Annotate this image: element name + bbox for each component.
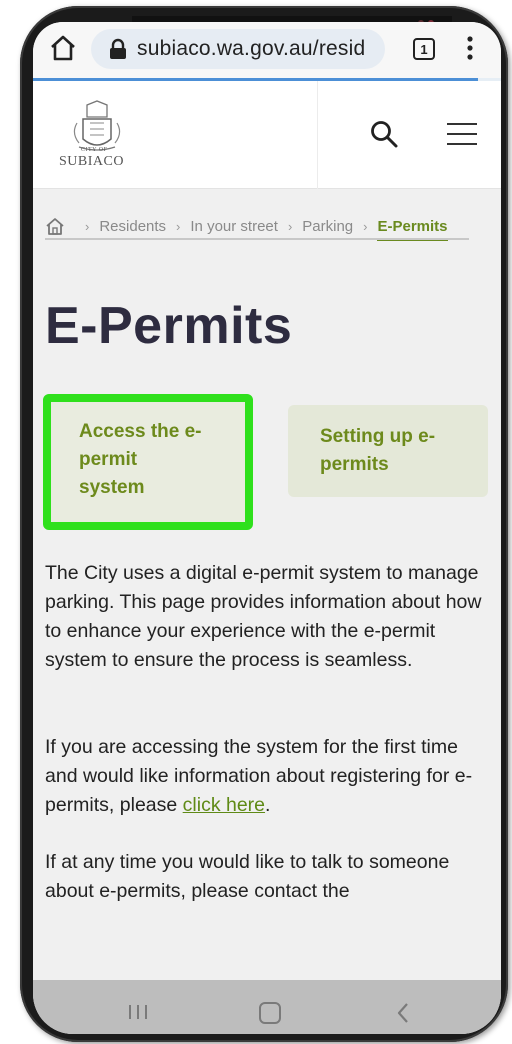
back-icon[interactable] — [395, 1002, 411, 1024]
intro-paragraph: The City uses a digital e-permit system … — [45, 562, 482, 671]
breadcrumb-item-residents[interactable]: Residents — [99, 218, 166, 235]
card-label-line: Setting up e- — [320, 426, 436, 447]
logo-subtext: CITY OF — [81, 147, 108, 153]
access-e-permit-system-card[interactable]: Access the e- permit system — [43, 394, 253, 530]
nav-home-button[interactable] — [259, 1002, 281, 1024]
logo-text: SUBIACO — [59, 154, 124, 169]
card-label-line: permit — [79, 449, 138, 470]
setting-up-e-permits-card[interactable]: Setting up e- permits — [288, 405, 488, 497]
hamburger-icon[interactable] — [447, 123, 477, 147]
breadcrumb-home-icon[interactable] — [45, 216, 65, 236]
chevron-right-icon: › — [176, 218, 181, 234]
registration-paragraph: If you are accessing the system for the … — [45, 733, 491, 820]
card-label-line: Access the e- — [79, 421, 202, 442]
search-icon[interactable] — [369, 119, 399, 149]
card-label-line: system — [79, 477, 145, 498]
page-title: E-Permits — [45, 297, 293, 355]
card-label-line: permits — [320, 454, 389, 475]
chevron-right-icon: › — [363, 218, 368, 234]
lock-icon — [110, 38, 126, 59]
url-text[interactable]: subiaco.wa.gov.au/resid — [137, 37, 365, 61]
header-divider — [317, 81, 318, 189]
browser-toolbar: subiaco.wa.gov.au/resid 1 — [33, 22, 501, 80]
kebab-menu-icon[interactable] — [463, 34, 477, 62]
breadcrumb-divider — [45, 238, 469, 240]
logo-wordmark: CITY OF SUBIACO — [59, 147, 124, 170]
chevron-right-icon: › — [287, 218, 293, 234]
registration-text-end: . — [265, 794, 271, 816]
breadcrumb-current: E-Permits — [377, 217, 448, 241]
android-navigation-bar — [33, 980, 501, 1034]
breadcrumb-item-in-your-street[interactable]: In your street — [190, 218, 278, 235]
tab-switcher-button[interactable]: 1 — [413, 38, 435, 60]
phone-screen: subiaco.wa.gov.au/resid 1 CITY OF SUBIAC… — [33, 22, 501, 1034]
address-bar[interactable]: subiaco.wa.gov.au/resid — [91, 29, 385, 69]
site-header: CITY OF SUBIACO — [33, 81, 501, 189]
breadcrumb-item-parking[interactable]: Parking — [302, 218, 353, 235]
chevron-right-icon: › — [85, 218, 90, 234]
recent-apps-icon[interactable] — [127, 1004, 149, 1020]
click-here-link[interactable]: click here — [183, 794, 265, 816]
contact-paragraph: If at any time you would like to talk to… — [45, 851, 450, 902]
home-icon[interactable] — [49, 34, 77, 62]
